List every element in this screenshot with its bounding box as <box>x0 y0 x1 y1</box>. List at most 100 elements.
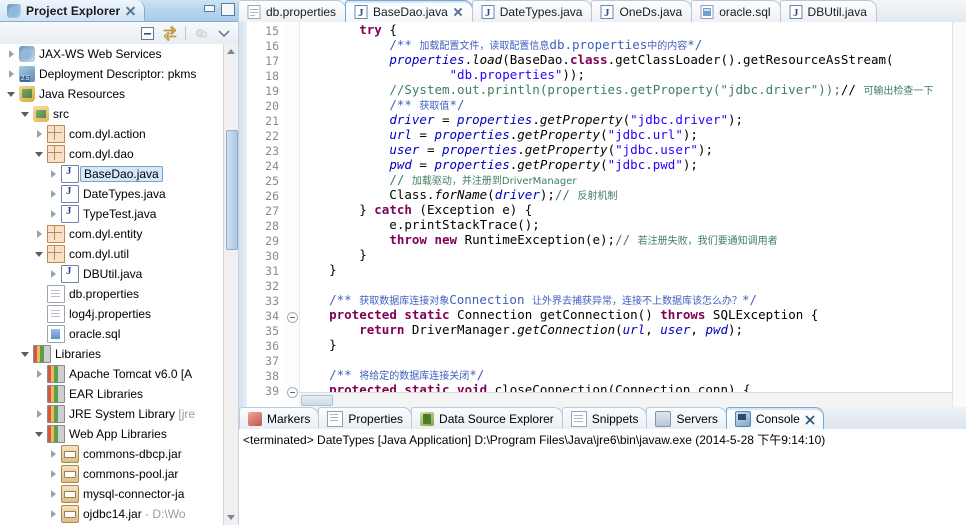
editor-tab-oneds-java[interactable]: J OneDs.java <box>591 0 693 22</box>
tree-item-path: - D:\Wo <box>145 507 186 521</box>
folding-margin[interactable] <box>285 22 300 407</box>
explorer-vertical-scrollbar[interactable] <box>223 44 238 525</box>
view-menu-icon[interactable] <box>214 24 234 42</box>
collapse-arrow-icon[interactable] <box>6 69 17 80</box>
bottom-tab-servers[interactable]: Servers <box>646 407 727 429</box>
tree-item-label: com.dyl.util <box>69 247 130 261</box>
scroll-up-icon[interactable] <box>227 49 235 54</box>
library-icon <box>33 345 51 363</box>
tree-item[interactable]: commons-pool.jar <box>0 464 238 484</box>
code-content[interactable]: try { /** 加载配置文件，读取配置信息db.properties中的内容… <box>299 22 953 392</box>
close-icon[interactable] <box>453 7 463 17</box>
line-number-gutter: 15 16 17 18 19 20 21 22 23 24 25 26 27 28 29 30 31 32 33 34… <box>247 22 286 407</box>
expand-arrow-icon[interactable] <box>34 149 45 160</box>
tree-item[interactable]: ojdbc14.jar - D:\Wo <box>0 504 238 524</box>
tree-item[interactable]: DateTypes.java <box>0 184 238 204</box>
bottom-tab-data-source-explorer[interactable]: Data Source Explorer <box>411 407 563 429</box>
tree-item[interactable]: EAR Libraries <box>0 384 238 404</box>
editor-tab-basedao-java[interactable]: J BaseDao.java <box>345 0 473 22</box>
tree-item[interactable]: Deployment Descriptor: pkms <box>0 64 238 84</box>
bottom-tab-console[interactable]: Console <box>725 407 824 429</box>
code-editor[interactable]: 15 16 17 18 19 20 21 22 23 24 25 26 27 28 29 30 31 32 33 34… <box>238 22 966 407</box>
expand-arrow-icon[interactable] <box>6 89 17 100</box>
tree-item[interactable]: TypeTest.java <box>0 204 238 224</box>
link-with-editor-icon[interactable] <box>160 24 180 42</box>
fold-collapse-icon[interactable] <box>287 312 298 323</box>
project-tree[interactable]: JAX-WS Web Services Deployment Descriptor… <box>0 44 238 525</box>
library-icon <box>47 385 65 403</box>
svg-text:J: J <box>604 7 610 19</box>
tree-item-label: mysql-connector-ja <box>83 487 185 501</box>
collapse-arrow-icon[interactable] <box>48 189 59 200</box>
tree-item[interactable]: JAX-WS Web Services <box>0 44 238 64</box>
java-file-icon: J <box>600 4 614 19</box>
editor-tab-dbutil-java[interactable]: J DBUtil.java <box>779 0 877 22</box>
project-explorer-title: Project Explorer <box>26 3 121 18</box>
minimize-icon[interactable] <box>203 3 216 15</box>
tree-item-label: com.dyl.action <box>69 127 146 141</box>
tree-item[interactable]: Apache Tomcat v6.0 [A <box>0 364 238 384</box>
editor-horizontal-scrollbar[interactable] <box>299 392 953 407</box>
expand-arrow-icon[interactable] <box>34 429 45 440</box>
collapse-arrow-icon[interactable] <box>34 409 45 420</box>
collapse-arrow-icon[interactable] <box>34 369 45 380</box>
expand-arrow-icon[interactable] <box>20 109 31 120</box>
tree-item[interactable]: JRE System Library [jre <box>0 404 238 424</box>
editor-vertical-scrollbar[interactable] <box>952 22 966 407</box>
tree-item[interactable]: mysql-connector-ja <box>0 484 238 504</box>
hscrollbar-thumb[interactable] <box>301 395 333 406</box>
tree-item[interactable]: com.dyl.dao <box>0 144 238 164</box>
editor-tab-db-properties[interactable]: db.properties <box>238 0 347 22</box>
tree-item[interactable]: DBUtil.java <box>0 264 238 284</box>
tree-item[interactable]: Java Resources <box>0 84 238 104</box>
tab-project-explorer[interactable]: Project Explorer <box>0 0 146 21</box>
tree-item[interactable]: Libraries <box>0 344 238 364</box>
editor-tab-oracle-sql[interactable]: oracle.sql <box>691 0 781 22</box>
tree-item[interactable]: log4j.properties <box>0 304 238 324</box>
console-view[interactable]: <terminated> DateTypes [Java Application… <box>239 429 966 525</box>
collapse-arrow-icon[interactable] <box>48 489 59 500</box>
collapse-arrow-icon[interactable] <box>48 209 59 220</box>
collapse-arrow-icon[interactable] <box>48 469 59 480</box>
tree-item[interactable]: commons-dbcp.jar <box>0 444 238 464</box>
close-icon[interactable] <box>125 5 136 16</box>
close-icon[interactable] <box>805 414 815 425</box>
tree-item[interactable]: src <box>0 104 238 124</box>
java-file-icon <box>61 205 79 223</box>
line-number: 23 <box>265 144 279 158</box>
tree-item-label: oracle.sql <box>69 327 121 341</box>
collapse-arrow-icon[interactable] <box>34 129 45 140</box>
java-file-icon <box>61 265 79 283</box>
code-line: /** 获取数据库连接对象Connection 让外界去捕获异常，连接不上数据库… <box>329 292 758 307</box>
code-line: return DriverManager.getConnection(url, … <box>359 322 744 337</box>
tree-item[interactable]: com.dyl.util <box>0 244 238 264</box>
scroll-down-icon[interactable] <box>227 515 235 520</box>
bottom-tab-properties[interactable]: Properties <box>318 407 413 429</box>
servers-icon <box>655 410 672 427</box>
maximize-icon[interactable] <box>221 3 235 16</box>
collapse-all-icon[interactable] <box>137 24 157 42</box>
collapse-arrow-icon[interactable] <box>48 449 59 460</box>
markers-icon <box>248 411 262 426</box>
tree-item[interactable]: Web App Libraries <box>0 424 238 444</box>
bottom-tab-snippets[interactable]: Snippets <box>561 407 648 429</box>
collapse-arrow-icon[interactable] <box>48 509 59 520</box>
expand-arrow-icon[interactable] <box>34 249 45 260</box>
collapse-arrow-icon[interactable] <box>34 229 45 240</box>
editor-tab-datetypes-java[interactable]: J DateTypes.java <box>471 0 593 22</box>
java-file-icon: J <box>789 4 803 19</box>
tree-item-label: ojdbc14.jar - D:\Wo <box>83 507 186 521</box>
collapse-arrow-icon[interactable] <box>48 169 59 180</box>
collapse-arrow-icon[interactable] <box>48 269 59 280</box>
scrollbar-thumb[interactable] <box>226 130 238 250</box>
java-file-icon <box>61 165 79 183</box>
tree-item[interactable]: BaseDao.java <box>0 164 238 184</box>
tree-item[interactable]: db.properties <box>0 284 238 304</box>
bottom-tab-markers[interactable]: Markers <box>239 407 320 429</box>
tree-item[interactable]: com.dyl.action <box>0 124 238 144</box>
tree-item[interactable]: com.dyl.entity <box>0 224 238 244</box>
collapse-arrow-icon[interactable] <box>6 49 17 60</box>
tree-item[interactable]: oracle.sql <box>0 324 238 344</box>
expand-arrow-icon[interactable] <box>20 349 31 360</box>
fold-collapse-icon[interactable] <box>287 387 298 398</box>
